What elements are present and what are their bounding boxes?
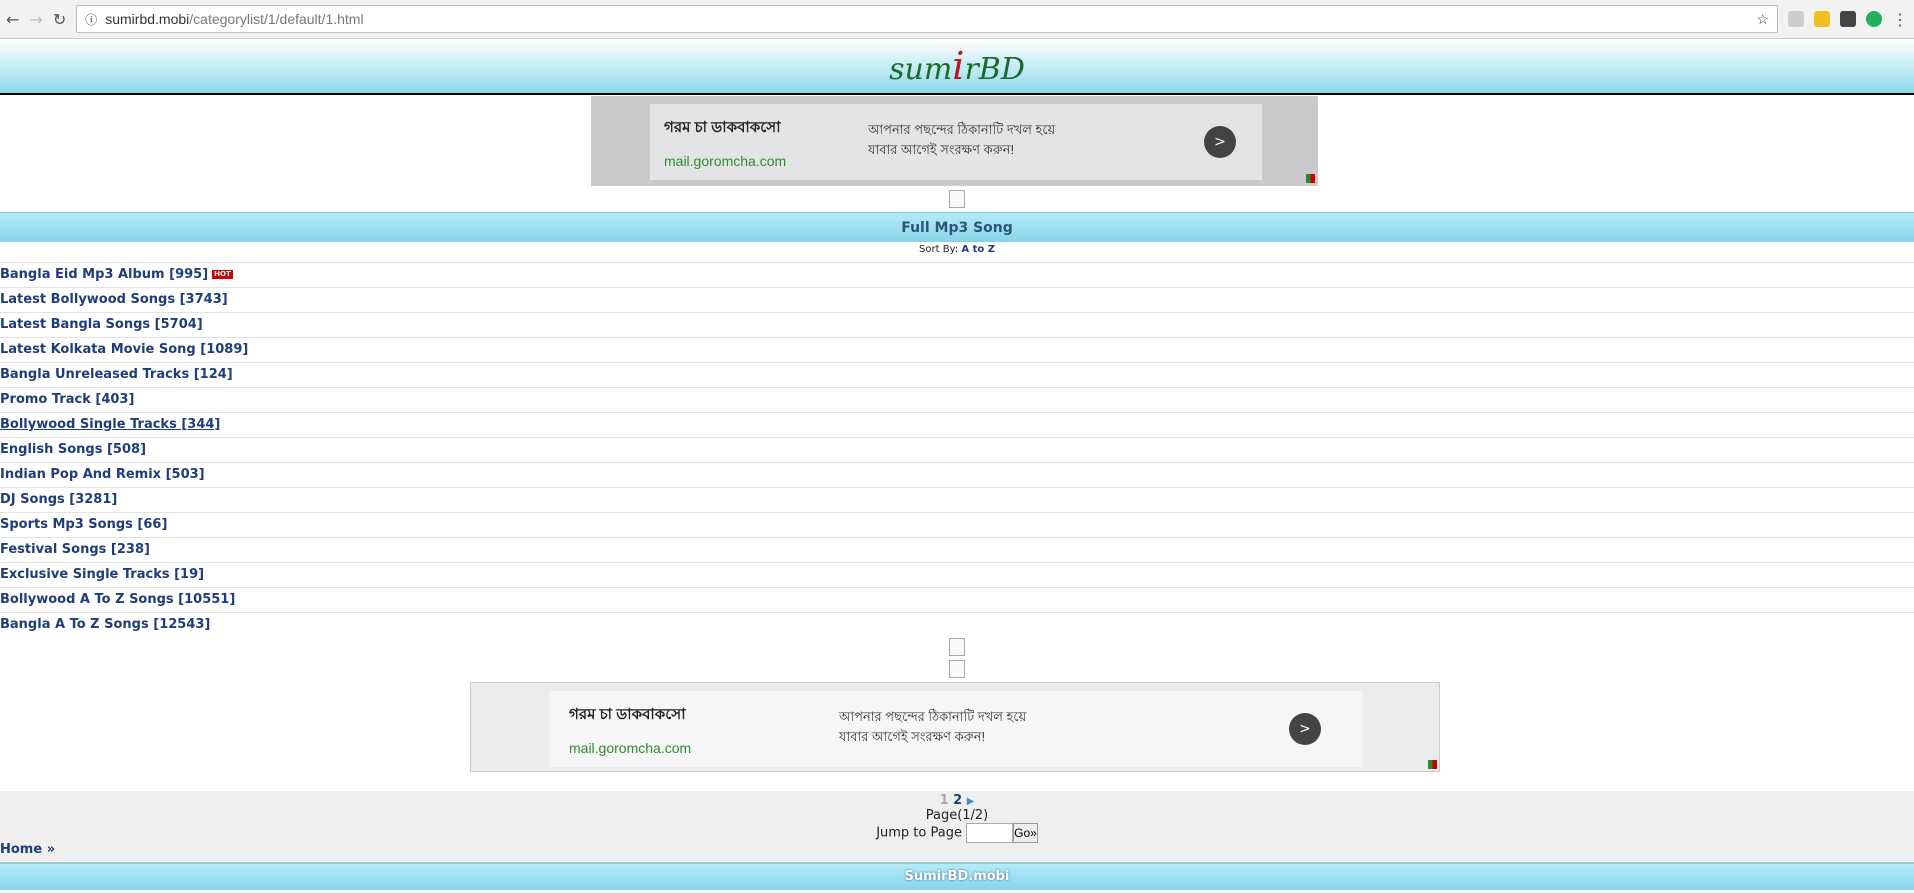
sort-bar: Sort By: A to Z bbox=[919, 244, 995, 255]
extension-yellow-icon[interactable] bbox=[1814, 11, 1830, 27]
sort-a-to-z-link[interactable]: A to Z bbox=[961, 244, 995, 255]
site-footer: SumirBD.mobi bbox=[0, 862, 1914, 890]
category-link[interactable]: Latest Bollywood Songs [3743] bbox=[0, 292, 228, 307]
category-item[interactable]: Bangla Eid Mp3 Album [995] HOT bbox=[0, 262, 1914, 287]
back-icon[interactable]: ← bbox=[6, 10, 19, 29]
hot-badge: HOT bbox=[212, 270, 233, 279]
url-path: /categorylist/1/default/1.html bbox=[189, 11, 364, 27]
go-button[interactable]: Go» bbox=[1013, 823, 1038, 843]
broken-image-icon bbox=[949, 638, 965, 656]
ad-go-button[interactable]: > bbox=[1289, 713, 1321, 745]
category-link[interactable]: Indian Pop And Remix [503] bbox=[0, 467, 205, 482]
menu-icon[interactable]: ⋮ bbox=[1892, 10, 1908, 29]
ad-line-1: আপনার পছন্দের ঠিকানাটি দখল হয়ে bbox=[839, 709, 1027, 724]
category-link[interactable]: Exclusive Single Tracks [19] bbox=[0, 567, 204, 582]
browser-toolbar: ← → ↻ ⓘ sumirbd.mobi/categorylist/1/defa… bbox=[0, 0, 1914, 39]
category-link[interactable]: Bangla Eid Mp3 Album [995] bbox=[0, 267, 208, 282]
broken-image-icon bbox=[949, 660, 965, 678]
next-page-arrow-icon[interactable]: ▶ bbox=[967, 796, 975, 807]
category-link[interactable]: Bollywood Single Tracks [344] bbox=[0, 417, 220, 432]
category-item[interactable]: Exclusive Single Tracks [19] bbox=[0, 562, 1914, 587]
category-item[interactable]: Latest Bollywood Songs [3743] bbox=[0, 287, 1914, 312]
ad-banner-top[interactable]: গরম চা ডাকবাকসো mail.goromcha.com আপনার … bbox=[591, 96, 1318, 186]
ad-banner-bottom[interactable]: গরম চা ডাকবাকসো mail.goromcha.com আপনার … bbox=[470, 682, 1440, 772]
category-link[interactable]: Latest Kolkata Movie Song [1089] bbox=[0, 342, 248, 357]
ad-domain: mail.goromcha.com bbox=[664, 153, 787, 169]
info-icon[interactable]: ⓘ bbox=[85, 11, 97, 28]
bookmark-star-icon[interactable]: ☆ bbox=[1756, 11, 1769, 28]
ad-title: গরম চা ডাকবাকসো bbox=[664, 119, 781, 136]
category-item[interactable]: Bollywood A To Z Songs [10551] bbox=[0, 587, 1914, 612]
category-item[interactable]: DJ Songs [3281] bbox=[0, 487, 1914, 512]
ad-title: গরম চা ডাকবাকসো bbox=[569, 706, 686, 723]
adchoices-icon[interactable] bbox=[1306, 174, 1315, 183]
category-item[interactable]: Sports Mp3 Songs [66] bbox=[0, 512, 1914, 537]
category-link[interactable]: Sports Mp3 Songs [66] bbox=[0, 517, 167, 532]
category-item[interactable]: Latest Bangla Songs [5704] bbox=[0, 312, 1914, 337]
category-item[interactable]: Indian Pop And Remix [503] bbox=[0, 462, 1914, 487]
page-2-link[interactable]: 2 bbox=[953, 793, 962, 808]
ad-go-button[interactable]: > bbox=[1204, 126, 1236, 158]
reload-icon[interactable]: ↻ bbox=[53, 10, 66, 29]
pocket-icon[interactable] bbox=[1840, 11, 1856, 27]
pagination-area: 1 2 ▶ Page(1/2) Jump to Page Go» Home » bbox=[0, 791, 1914, 861]
ad-line-2: যাবার আগেই সংরক্ষণ করুন! bbox=[868, 142, 1015, 157]
site-header: sumirBD bbox=[0, 39, 1914, 95]
category-link[interactable]: DJ Songs [3281] bbox=[0, 492, 117, 507]
jump-label: Jump to Page bbox=[876, 825, 962, 841]
category-item[interactable]: Latest Kolkata Movie Song [1089] bbox=[0, 337, 1914, 362]
pagination: 1 2 ▶ bbox=[0, 793, 1914, 808]
jump-page-input[interactable] bbox=[966, 823, 1014, 843]
category-item[interactable]: English Songs [508] bbox=[0, 437, 1914, 462]
category-link[interactable]: Latest Bangla Songs [5704] bbox=[0, 317, 203, 332]
category-item[interactable]: Bollywood Single Tracks [344] bbox=[0, 412, 1914, 437]
forward-icon[interactable]: → bbox=[29, 10, 42, 29]
category-link[interactable]: Festival Songs [238] bbox=[0, 542, 150, 557]
category-link[interactable]: Bangla A To Z Songs [12543] bbox=[0, 617, 210, 632]
extension-db-icon[interactable] bbox=[1788, 11, 1804, 27]
category-link[interactable]: English Songs [508] bbox=[0, 442, 146, 457]
category-list: Bangla Eid Mp3 Album [995] HOT Latest Boll… bbox=[0, 262, 1914, 637]
category-link[interactable]: Promo Track [403] bbox=[0, 392, 134, 407]
url-host: sumirbd.mobi bbox=[105, 11, 190, 27]
breadcrumb: Home » bbox=[0, 842, 56, 857]
category-link[interactable]: Bollywood A To Z Songs [10551] bbox=[0, 592, 235, 607]
category-item[interactable]: Promo Track [403] bbox=[0, 387, 1914, 412]
address-bar[interactable]: ⓘ sumirbd.mobi/categorylist/1/default/1.… bbox=[76, 5, 1778, 33]
adchoices-icon[interactable] bbox=[1428, 760, 1437, 769]
page-1-current: 1 bbox=[939, 793, 949, 808]
section-title: Full Mp3 Song bbox=[0, 212, 1914, 242]
broken-image-icon bbox=[949, 190, 965, 208]
ad-line-2: যাবার আগেই সংরক্ষণ করুন! bbox=[839, 729, 986, 744]
grammarly-icon[interactable] bbox=[1866, 11, 1882, 27]
page-info: Page(1/2) bbox=[925, 808, 989, 823]
category-item[interactable]: Bangla Unreleased Tracks [124] bbox=[0, 362, 1914, 387]
category-item[interactable]: Bangla A To Z Songs [12543] bbox=[0, 612, 1914, 637]
category-link[interactable]: Bangla Unreleased Tracks [124] bbox=[0, 367, 233, 382]
ad-line-1: আপনার পছন্দের ঠিকানাটি দখল হয়ে bbox=[868, 122, 1056, 137]
category-item[interactable]: Festival Songs [238] bbox=[0, 537, 1914, 562]
home-link[interactable]: Home bbox=[0, 842, 42, 857]
ad-domain: mail.goromcha.com bbox=[569, 740, 692, 756]
site-logo[interactable]: sumirBD bbox=[889, 44, 1025, 88]
